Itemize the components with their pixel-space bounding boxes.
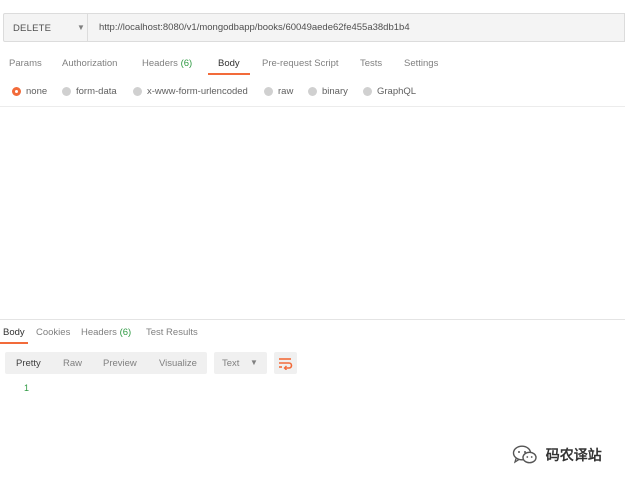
radio-icon [133, 87, 142, 96]
headers-count-badge: (6) [180, 58, 193, 69]
tab-label: Test Results [146, 327, 198, 338]
view-preview-button[interactable]: Preview [103, 358, 137, 369]
divider [0, 106, 625, 107]
radio-raw[interactable]: raw [264, 86, 293, 98]
url-text: http://localhost:8080/v1/mongodbapp/book… [99, 22, 410, 33]
response-tab-cookies[interactable]: Cookies [36, 327, 70, 338]
radio-icon [363, 87, 372, 96]
view-pretty-button[interactable]: Pretty [16, 358, 41, 369]
tab-headers[interactable]: Headers (6) [142, 58, 192, 69]
radio-label: raw [278, 86, 294, 97]
radio-form-data[interactable]: form-data [62, 86, 117, 98]
tab-label: Tests [360, 58, 383, 69]
tab-label: Body [218, 58, 240, 69]
radio-icon [62, 87, 71, 96]
tab-settings[interactable]: Settings [404, 58, 438, 69]
radio-label: x-www-form-urlencoded [147, 86, 248, 97]
active-tab-indicator [0, 342, 28, 344]
view-visualize-button[interactable]: Visualize [159, 358, 197, 369]
tab-label: Authorization [62, 58, 118, 69]
radio-label: GraphQL [377, 86, 417, 97]
request-bar: DELETE ▼ http://localhost:8080/v1/mongod… [0, 13, 625, 44]
radio-selected-icon [12, 87, 21, 96]
format-label: Text [222, 358, 240, 369]
active-tab-indicator [208, 73, 250, 75]
wrap-lines-icon [279, 358, 293, 370]
tab-label: Pre-request Script [262, 58, 339, 69]
tab-label: Cookies [36, 327, 71, 338]
tab-params[interactable]: Params [9, 58, 42, 69]
tab-body[interactable]: Body [218, 58, 240, 69]
url-input[interactable]: http://localhost:8080/v1/mongodbapp/book… [87, 13, 625, 42]
radio-icon [308, 87, 317, 96]
view-mode-group: Pretty Raw Preview Visualize [5, 352, 207, 374]
wechat-icon [512, 445, 537, 464]
radio-graphql[interactable]: GraphQL [363, 86, 416, 98]
watermark-text: 码农译站 [545, 447, 602, 463]
wrap-lines-button[interactable] [274, 352, 297, 374]
tab-tests[interactable]: Tests [360, 58, 382, 69]
watermark: 码农译站 [512, 445, 602, 465]
radio-binary[interactable]: binary [308, 86, 348, 98]
radio-icon [264, 87, 273, 96]
chevron-down-icon: ▼ [77, 23, 85, 32]
method-select[interactable]: DELETE ▼ [3, 13, 88, 42]
format-select[interactable]: Text ▼ [214, 352, 267, 374]
pane-resize-handle[interactable] [0, 319, 625, 320]
response-tab-headers[interactable]: Headers (6) [81, 327, 131, 338]
headers-count-badge: (6) [119, 327, 132, 338]
radio-label: none [26, 86, 48, 97]
tab-authorization[interactable]: Authorization [62, 58, 117, 69]
tab-pre-request-script[interactable]: Pre-request Script [262, 58, 339, 69]
radio-label: form-data [76, 86, 117, 97]
radio-x-www-form-urlencoded[interactable]: x-www-form-urlencoded [133, 86, 248, 98]
tab-label: Params [9, 58, 42, 69]
view-raw-button[interactable]: Raw [63, 358, 82, 369]
tab-label: Headers [81, 327, 117, 338]
tab-label: Settings [404, 58, 439, 69]
chevron-down-icon: ▼ [250, 358, 258, 367]
response-tab-test-results[interactable]: Test Results [146, 327, 198, 338]
tab-label: Headers [142, 58, 178, 69]
radio-none[interactable]: none [12, 86, 47, 98]
radio-label: binary [322, 86, 348, 97]
tab-label: Body [3, 327, 25, 338]
line-number: 1 [24, 383, 30, 393]
response-tab-body[interactable]: Body [3, 327, 25, 338]
method-label: DELETE [13, 23, 52, 34]
